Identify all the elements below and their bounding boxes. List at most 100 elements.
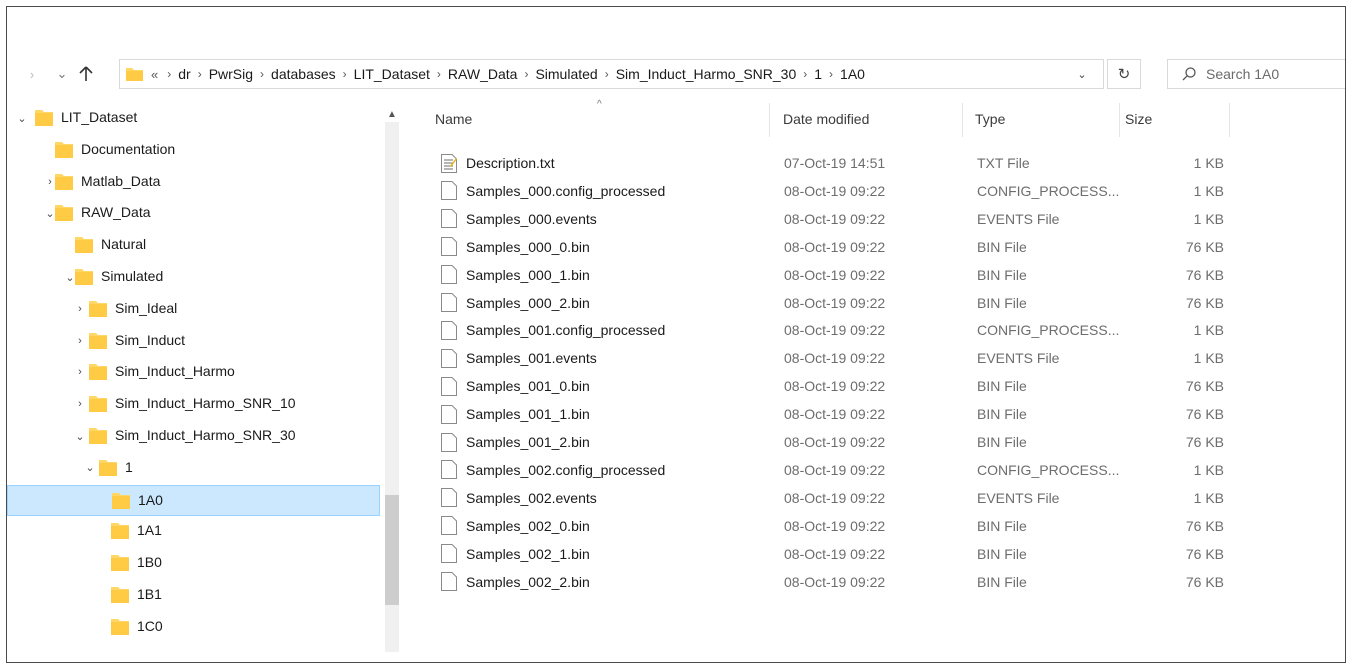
column-header-type[interactable]: Type xyxy=(969,101,1119,137)
nav-tree-item[interactable]: › Sim_Induct_Harmo xyxy=(7,357,380,388)
search-input[interactable] xyxy=(1206,66,1326,82)
address-bar[interactable]: « › dr › PwrSig › databases › LIT_Dataset › RAW_D… xyxy=(119,59,1104,89)
nav-tree-item[interactable]: Documentation xyxy=(7,135,380,166)
breadcrumb-item[interactable]: Sim_Induct_Harmo_SNR_30 xyxy=(616,66,797,82)
folder-icon xyxy=(111,523,129,540)
nav-tree-item[interactable]: ⌄ Simulated xyxy=(7,262,380,293)
file-row[interactable]: Samples_002_1.bin 08-Oct-19 09:22 BIN File… xyxy=(429,540,1229,568)
file-row[interactable]: Samples_002_2.bin 08-Oct-19 09:22 BIN File… xyxy=(429,568,1229,596)
nav-tree-item[interactable]: ⌄ Sim_Induct_Harmo_SNR_30 xyxy=(7,421,380,452)
chevron-right-icon[interactable]: › xyxy=(73,302,87,316)
chevron-right-icon[interactable]: › xyxy=(73,397,87,411)
file-row[interactable]: Samples_000_0.bin 08-Oct-19 09:22 BIN File… xyxy=(429,233,1229,261)
column-header-name[interactable]: Name ^ xyxy=(429,99,769,137)
breadcrumb-separator-icon[interactable]: › xyxy=(829,67,833,81)
file-name: Samples_001.events xyxy=(466,350,597,367)
file-row[interactable]: Description.txt 07-Oct-19 14:51 TXT File 1 … xyxy=(429,149,1229,177)
breadcrumb-item[interactable]: databases xyxy=(271,66,336,82)
file-size: 76 KB xyxy=(1185,238,1224,255)
file-row[interactable]: Samples_000_1.bin 08-Oct-19 09:22 BIN File… xyxy=(429,261,1229,289)
column-divider[interactable] xyxy=(1229,103,1230,137)
nav-tree-item[interactable]: Natural xyxy=(7,230,380,261)
file-date: 08-Oct-19 09:22 xyxy=(784,434,886,450)
breadcrumb-separator-icon[interactable]: › xyxy=(343,67,347,81)
file-date: 08-Oct-19 09:22 xyxy=(784,210,886,227)
file-row[interactable]: Samples_001_2.bin 08-Oct-19 09:22 BIN File… xyxy=(429,428,1229,456)
file-row[interactable]: Samples_001_0.bin 08-Oct-19 09:22 BIN File… xyxy=(429,372,1229,400)
column-divider[interactable] xyxy=(962,103,963,137)
breadcrumb-item[interactable]: Simulated xyxy=(535,66,597,82)
address-dropdown-icon[interactable]: ⌄ xyxy=(1075,66,1089,82)
column-header-type-label: Type xyxy=(975,111,1006,127)
nav-tree-item[interactable]: ⌄ RAW_Data xyxy=(7,198,380,229)
nav-scrollbar-thumb[interactable] xyxy=(385,495,399,605)
breadcrumb-overflow[interactable]: « xyxy=(151,67,158,82)
nav-tree-item[interactable]: 1B0 xyxy=(7,548,380,579)
file-size: 1 KB xyxy=(1193,210,1224,227)
breadcrumb-item[interactable]: RAW_Data xyxy=(448,66,518,82)
file-name: Samples_000_0.bin xyxy=(466,238,590,255)
nav-tree-item[interactable]: 1C0 xyxy=(7,612,380,643)
file-date: 08-Oct-19 09:22 xyxy=(784,182,886,199)
column-header-date[interactable]: Date modified xyxy=(777,101,962,137)
back-arrow-icon[interactable]: › xyxy=(25,62,39,86)
folder-icon xyxy=(99,459,117,476)
nav-tree-item[interactable]: ⌄ LIT_Dataset xyxy=(7,103,380,134)
breadcrumb-separator-icon[interactable]: › xyxy=(605,67,609,81)
file-row[interactable]: Samples_000.events 08-Oct-19 09:22 EVENTS … xyxy=(429,205,1229,233)
file-date: 08-Oct-19 09:22 xyxy=(784,406,886,423)
file-size: 76 KB xyxy=(1185,573,1224,590)
breadcrumb-separator-icon[interactable]: › xyxy=(198,67,202,81)
nav-tree-item[interactable]: 1B1 xyxy=(7,580,380,611)
refresh-icon[interactable]: ↻ xyxy=(1107,59,1141,89)
nav-tree-label: Matlab_Data xyxy=(81,172,161,189)
nav-tree-item[interactable]: › Matlab_Data xyxy=(7,167,380,198)
breadcrumb-separator-icon[interactable]: › xyxy=(803,67,807,81)
file-row[interactable]: Samples_002.config_processed 08-Oct-19 09… xyxy=(429,456,1229,484)
breadcrumb-item[interactable]: 1A0 xyxy=(840,66,865,82)
file-type: BIN File xyxy=(977,378,1027,395)
column-header-size-label: Size xyxy=(1125,111,1153,127)
chevron-right-icon[interactable]: › xyxy=(73,365,87,379)
scroll-up-icon[interactable]: ▲ xyxy=(385,107,399,121)
chevron-down-icon[interactable]: ⌄ xyxy=(73,429,87,443)
file-row[interactable]: Samples_001.events 08-Oct-19 09:22 EVENTS … xyxy=(429,344,1229,372)
file-type: BIN File xyxy=(977,238,1027,255)
chevron-down-icon[interactable]: ⌄ xyxy=(83,461,97,475)
search-box[interactable] xyxy=(1167,59,1345,89)
breadcrumb-item[interactable]: PwrSig xyxy=(209,66,253,82)
chevron-down-icon[interactable]: ⌄ xyxy=(15,111,29,125)
file-row[interactable]: Samples_002_0.bin 08-Oct-19 09:22 BIN File… xyxy=(429,512,1229,540)
recent-locations-chevron-icon[interactable]: ⌄ xyxy=(55,62,69,86)
file-date: 08-Oct-19 09:22 xyxy=(784,350,886,367)
nav-tree-item[interactable]: 1A1 xyxy=(7,516,380,547)
breadcrumb-item[interactable]: dr xyxy=(178,66,190,82)
breadcrumb-separator-icon[interactable]: › xyxy=(524,67,528,81)
nav-tree-item[interactable]: › Sim_Ideal xyxy=(7,294,380,325)
breadcrumb-separator-icon[interactable]: › xyxy=(167,67,171,81)
column-header-size[interactable]: Size xyxy=(1119,101,1229,137)
file-row[interactable]: Samples_000.config_processed 08-Oct-19 09… xyxy=(429,177,1229,205)
file-date: 08-Oct-19 09:22 xyxy=(784,517,886,534)
file-icon xyxy=(441,544,457,564)
column-divider[interactable] xyxy=(769,103,770,137)
file-row[interactable]: Samples_002.events 08-Oct-19 09:22 EVENTS … xyxy=(429,484,1229,512)
breadcrumb-separator-icon[interactable]: › xyxy=(437,67,441,81)
nav-tree-item[interactable]: 1A0 xyxy=(7,484,380,516)
nav-tree-item[interactable]: › Sim_Induct xyxy=(7,326,380,357)
up-arrow-icon[interactable] xyxy=(77,62,95,86)
file-row[interactable]: Samples_000_2.bin 08-Oct-19 09:22 BIN File… xyxy=(429,289,1229,317)
breadcrumb-item[interactable]: LIT_Dataset xyxy=(354,66,430,82)
text-file-icon xyxy=(441,153,457,173)
chevron-right-icon[interactable]: › xyxy=(73,334,87,348)
nav-tree-item[interactable]: › Sim_Induct_Harmo_SNR_10 xyxy=(7,389,380,420)
breadcrumb-separator-icon[interactable]: › xyxy=(260,67,264,81)
folder-icon xyxy=(112,492,130,509)
file-row[interactable]: Samples_001_1.bin 08-Oct-19 09:22 BIN File… xyxy=(429,400,1229,428)
nav-tree-label: RAW_Data xyxy=(81,204,151,221)
file-row[interactable]: Samples_001.config_processed 08-Oct-19 09… xyxy=(429,316,1229,344)
file-size: 76 KB xyxy=(1185,378,1224,395)
breadcrumb-item[interactable]: 1 xyxy=(814,66,822,82)
nav-tree-label: Sim_Induct_Harmo_SNR_30 xyxy=(115,427,296,443)
nav-tree-item[interactable]: ⌄ 1 xyxy=(7,453,380,484)
